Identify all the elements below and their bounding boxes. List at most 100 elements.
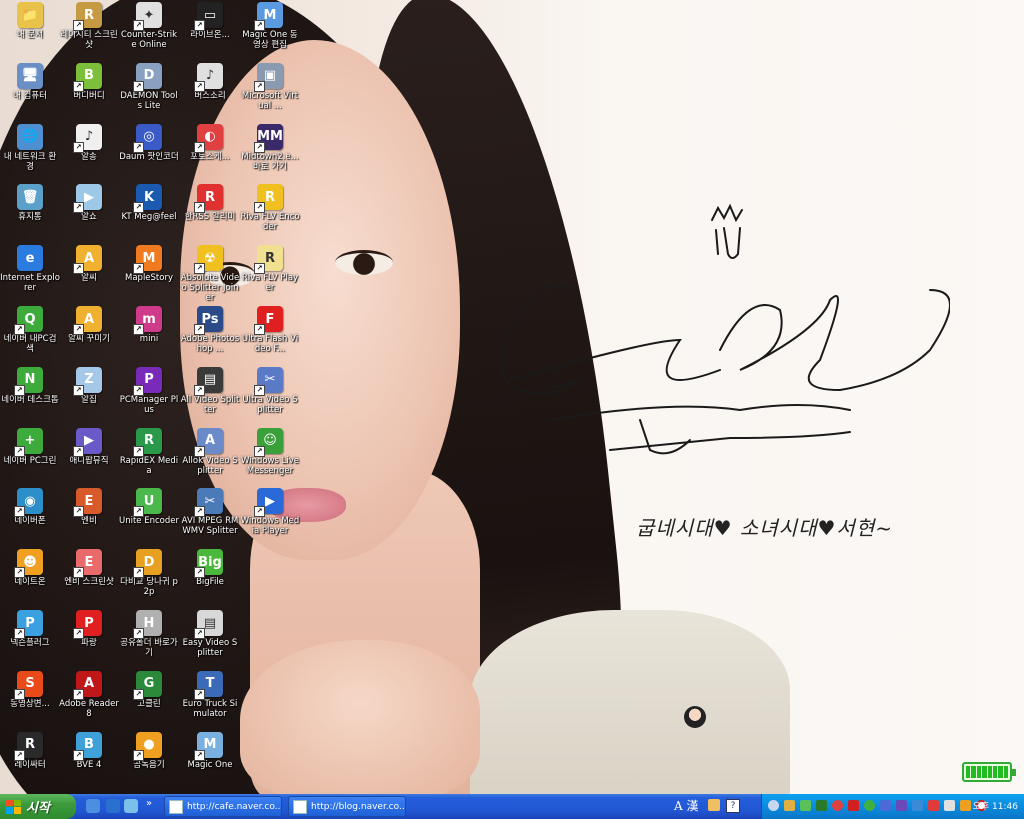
tray-puzzle-icon[interactable] [896,800,907,811]
desktop-icon[interactable]: Q ↗ 네이버 내PC검색 [0,306,60,354]
desktop-icon[interactable]: T ↗ Euro Truck Simulator [180,670,240,719]
desktop-icon[interactable]: M ↗ MapleStory [119,245,179,283]
desktop-icon[interactable]: m ↗ mini [119,306,179,344]
app-icon: ☺ ↗ [254,427,283,457]
desktop-icon[interactable]: 📁 내 문서 [0,2,60,40]
shortcut-arrow-icon: ↗ [254,80,265,92]
desktop-icon[interactable]: ☻ ↗ 네이트온 [0,549,60,587]
start-button[interactable]: 시작 [0,794,76,819]
desktop-icon[interactable]: ▤ ↗ All Video Splitter [180,366,240,415]
app-icon: ✦ ↗ [133,2,162,31]
desktop-icon[interactable]: ✦ ↗ Counter-Strike Online [119,2,179,50]
desktop-icon[interactable]: U ↗ Unite Encoder [119,488,179,526]
shortcut-arrow-icon: ↗ [194,506,205,518]
app-icon: ▶ ↗ [73,184,102,214]
desktop-icon[interactable]: P ↗ PCManager Plus [119,366,179,415]
desktop-icon[interactable]: ◎ ↗ Daum 팟인코더 [119,123,179,162]
tray-naver-icon[interactable] [800,800,811,811]
desktop-icon[interactable]: 🗑 휴지통 [0,184,60,222]
desktop-icon[interactable]: D ↗ 다비교 당나귀 p2p [119,549,179,597]
desktop-icon[interactable]: R ↗ 한RSS 알리미 [180,184,240,222]
desktop-icon[interactable]: P ↗ 파랑 [59,610,119,648]
desktop-icon[interactable]: N ↗ 네이버 데스크톱 [0,366,60,405]
mascot-avatar[interactable] [684,706,706,728]
tray-lightning-icon[interactable] [928,800,939,811]
desktop-icon[interactable]: ☢ ↗ Absolute Video Splitter Joiner [180,245,240,303]
tray-network-icon[interactable] [768,800,779,811]
language-bar[interactable]: A 漢 [674,797,698,814]
desktop-icon[interactable]: Big ↗ BigFile [180,549,240,587]
desktop-icon[interactable]: M ↗ Magic One [180,731,240,770]
desktop-icon[interactable]: K ↗ KT Meg@feel [119,184,179,222]
desktop-icon[interactable]: R ↗ Riva FLV Player [240,245,300,293]
quicklaunch-desktop-icon[interactable] [124,799,138,813]
desktop-icon[interactable]: ✂ ↗ Ultra Video Splitter [240,366,300,415]
desktop-icon[interactable]: R ↗ RapidEX Media [119,427,179,476]
tray-green-icon[interactable] [816,800,827,811]
taskbar-clock[interactable]: 오후 11:46 [973,799,1018,812]
desktop-icon-label: Daum 팟인코더 [119,151,179,162]
desktop-icon[interactable]: A ↗ 알씨 꾸미기 [59,306,119,344]
shortcut-arrow-icon: ↗ [254,20,265,31]
desktop-icon[interactable]: A ↗ Allok Video Splitter [180,427,240,476]
desktop-icon[interactable]: ✂ ↗ AVI MPEG RM WMV Splitter [180,488,240,536]
quicklaunch-ie-icon[interactable] [86,799,100,813]
desktop-icon[interactable]: E ↗ 엔비 [59,488,119,526]
tray-app-icon[interactable] [784,800,795,811]
desktop-icon[interactable]: ☺ ↗ Windows Live Messenger [240,427,300,476]
desktop-icon-label: 곰녹음기 [133,759,165,770]
shortcut-arrow-icon: ↗ [73,20,84,31]
desktop-icon[interactable]: P ↗ 넥슨플러그 [0,610,60,648]
tray-disabled-icon[interactable] [944,800,955,811]
tray-alsong-icon[interactable] [832,800,843,811]
desktop-icon[interactable]: 🌐 내 네트워크 환경 [0,123,60,172]
desktop-icon[interactable]: ♪ ↗ 알송 [59,123,119,162]
desktop-icon[interactable]: D ↗ DAEMON Tools Lite [119,62,179,111]
desktop-icon[interactable]: + ↗ 네이버 PC그린 [0,427,60,466]
desktop-icon[interactable]: ▭ ↗ 라이브온... [180,2,240,40]
desktop-icon-label: Magic One 동영상 편집 [242,30,298,50]
shortcut-arrow-icon: ↗ [254,384,265,396]
desktop-icon[interactable]: ● ↗ 곰녹음기 [119,731,179,770]
desktop-icon[interactable]: B ↗ 버디버디 [59,62,119,101]
desktop-icon[interactable]: 🖥 내 컴퓨터 [0,62,60,101]
desktop-icon[interactable]: G ↗ 고클린 [119,670,179,709]
tray-display-icon[interactable] [880,800,891,811]
quicklaunch-expand-icon[interactable]: » [146,798,152,809]
tray-ati-icon[interactable] [848,800,859,811]
taskbar-window-cafe[interactable]: http://cafe.naver.co... [164,796,282,817]
tray-messenger-icon[interactable] [864,800,875,811]
desktop-icon[interactable]: ◉ ↗ 네이버폰 [0,488,60,526]
help-icon[interactable]: ? [726,799,740,813]
app-icon: R ↗ [14,731,43,761]
desktop-icon[interactable]: Z ↗ 알집 [59,366,119,405]
desktop-icon[interactable]: ▶ ↗ 애니팝뮤직 [59,427,119,466]
desktop-icon[interactable]: ♪ ↗ 버스소리 [180,62,240,101]
desktop-icon[interactable]: A ↗ 알씨 [59,245,119,283]
tray-update-icon[interactable] [912,800,923,811]
desktop-icon[interactable]: ▶ ↗ 알쇼 [59,184,119,222]
ime-tool-icon[interactable] [708,799,720,811]
desktop-icon[interactable]: S ↗ 동영상변... [0,670,60,709]
desktop-icon[interactable]: F ↗ Ultra Flash Video F... [240,306,300,354]
shortcut-arrow-icon: ↗ [133,688,144,700]
desktop-icon[interactable]: A ↗ Adobe Reader 8 [59,670,119,719]
desktop-icon[interactable]: ▤ ↗ Easy Video Splitter [180,610,240,658]
desktop-icon[interactable]: M ↗ Magic One 동영상 편집 [240,2,300,50]
desktop-icon[interactable]: ▶ ↗ Windows Media Player [240,488,300,536]
tray-nateon-icon[interactable] [960,800,971,811]
desktop-icon[interactable]: B ↗ BVE 4 [59,731,119,770]
desktop-icon[interactable]: ◐ ↗ 포토스케... [180,123,240,162]
desktop-icon-label: 엔비 스크린샷 [64,577,114,588]
desktop-icon[interactable]: e Internet Explorer [0,245,60,293]
desktop-icon[interactable]: MM ↗ Midtown2.e... 바로 가기 [240,123,300,172]
desktop-icon[interactable]: R ↗ Riva FLV Encoder [240,184,300,232]
taskbar-window-blog[interactable]: http://blog.naver.co... [288,796,406,817]
desktop-icon[interactable]: ▣ ↗ Microsoft Virtual ... [240,62,300,111]
desktop-icon[interactable]: E ↗ 엔비 스크린샷 [59,549,119,587]
desktop-icon[interactable]: R ↗ 레이싸터 [0,731,60,770]
quicklaunch-browser-icon[interactable] [106,799,120,813]
desktop-icon[interactable]: R ↗ 레이시티 스크린샷 [59,2,119,50]
desktop-icon[interactable]: Ps ↗ Adobe Photoshop ... [180,306,240,354]
desktop-icon[interactable]: H ↗ 공유폴더 바로가기 [119,610,179,658]
